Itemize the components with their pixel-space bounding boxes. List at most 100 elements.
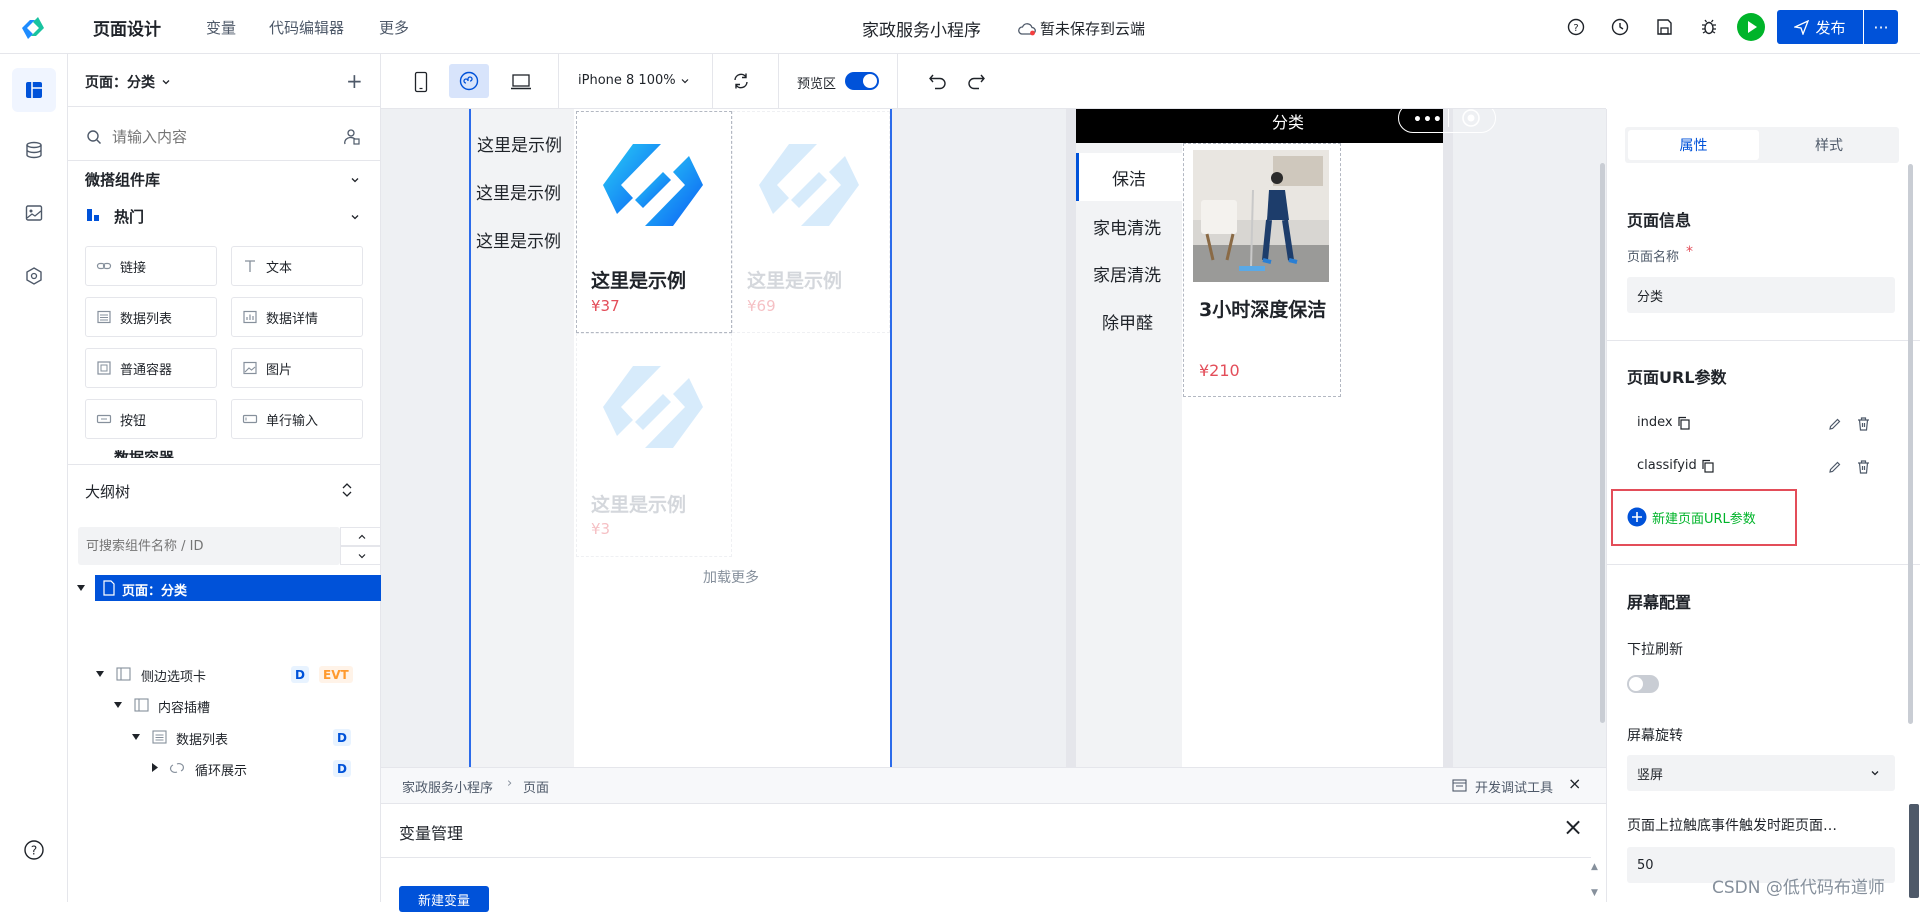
help-circle-icon: ? [23, 839, 45, 861]
tree-node-loop[interactable]: 循环展示 D [68, 755, 381, 781]
editor-side-tab[interactable]: 这里是示例 [476, 227, 561, 252]
editor-card[interactable]: 这里是示例 ¥37 [576, 111, 732, 333]
editor-card[interactable]: 这里是示例 ¥3 [576, 333, 732, 557]
widget-data-detail[interactable]: 数据详情 [231, 297, 363, 337]
publish-more-button[interactable]: ··· [1864, 10, 1898, 44]
pull-refresh-toggle[interactable] [1627, 675, 1659, 693]
new-variable-button[interactable]: 新建变量 [399, 886, 489, 912]
editor-sidebar [471, 109, 574, 767]
chevron-down-icon[interactable] [350, 212, 360, 222]
save-icon[interactable] [1654, 17, 1674, 37]
desktop-device-icon[interactable] [510, 73, 532, 91]
outline-search-input[interactable] [86, 532, 336, 560]
tab-properties[interactable]: 属性 [1628, 130, 1759, 160]
preview-tab[interactable]: 保洁 [1112, 165, 1146, 190]
tree-node-page[interactable]: 页面：分类 [68, 575, 381, 601]
tab-styles[interactable]: 样式 [1762, 130, 1896, 160]
load-more[interactable]: 加载更多 [703, 567, 759, 587]
nav-more[interactable]: 更多 [379, 17, 409, 38]
url-param-row: index [1637, 415, 1691, 430]
tree-node-data-list[interactable]: 数据列表 D [68, 724, 381, 750]
help-icon[interactable]: ? [1566, 17, 1586, 37]
widget-button[interactable]: 按钮 [85, 399, 217, 439]
breadcrumb-page[interactable]: 页面 [523, 777, 549, 796]
refresh-icon[interactable] [731, 71, 751, 91]
rail-data[interactable] [12, 128, 56, 172]
editor-side-tab[interactable]: 这里是示例 [477, 131, 562, 156]
close-variable-panel-icon[interactable]: × [1563, 813, 1583, 841]
tree-node-content-slot[interactable]: 内容插槽 [68, 692, 381, 718]
undo-icon[interactable] [928, 72, 948, 90]
required-mark: * [1686, 244, 1693, 260]
widget-container[interactable]: 普通容器 [85, 348, 217, 388]
nav-code-editor[interactable]: 代码编辑器 [269, 17, 344, 38]
widget-text[interactable]: 文本 [231, 246, 363, 286]
database-icon [24, 140, 44, 160]
rail-media[interactable] [12, 191, 56, 235]
copy-icon[interactable] [1677, 416, 1691, 430]
capsule-menu[interactable]: ••• [1398, 109, 1496, 133]
tree-node-sidebar-tabs[interactable]: 侧边选项卡 D EVT [68, 661, 381, 687]
component-manage-icon[interactable] [343, 128, 361, 146]
nav-variables[interactable]: 变量 [206, 17, 236, 38]
device-select-label: iPhone 8 100% [578, 73, 676, 88]
add-page-icon[interactable]: + [346, 69, 363, 93]
page-select[interactable]: 页面：分类 [85, 72, 171, 92]
devtools-icon [1452, 779, 1467, 792]
editor-page-frame[interactable]: 这里是示例 这里是示例 这里是示例 这里是示例 ¥37 这里是示例 ¥69 这里… [469, 109, 892, 767]
widget-single-input[interactable]: 单行输入 [231, 399, 363, 439]
devtools-label[interactable]: 开发调试工具 [1475, 777, 1553, 796]
outline-prev-button[interactable] [340, 527, 384, 546]
rotate-select[interactable]: 竖屏 [1627, 755, 1895, 791]
device-select[interactable]: iPhone 8 100% [578, 73, 690, 88]
badge-data: D [333, 729, 351, 746]
widget-link[interactable]: 链接 [85, 246, 217, 286]
preview-label: 预览区 [797, 77, 837, 92]
history-icon[interactable] [1610, 17, 1630, 37]
redo-icon[interactable] [966, 72, 986, 90]
close-miniprogram-icon[interactable] [1461, 109, 1481, 128]
rail-page-design[interactable] [12, 68, 56, 112]
widget-data-list[interactable]: 数据列表 [85, 297, 217, 337]
mobile-device-icon[interactable] [414, 71, 428, 93]
miniprogram-device-button[interactable] [449, 64, 489, 98]
publish-label: 发布 [1815, 18, 1846, 37]
preview-tab[interactable]: 除甲醛 [1102, 309, 1153, 334]
editor-card[interactable]: 这里是示例 ¥69 [732, 111, 890, 333]
expand-collapse-icon[interactable] [340, 482, 354, 498]
close-devtools-icon[interactable]: × [1568, 774, 1581, 793]
chevron-down-icon[interactable] [350, 175, 360, 185]
preview-tab[interactable]: 家电清洗 [1093, 214, 1161, 239]
preview-product-card[interactable]: 3小时深度保洁 ¥210 [1183, 143, 1341, 397]
publish-button[interactable]: 发布 [1777, 10, 1863, 44]
chevron-down-icon [357, 551, 367, 561]
new-url-param-button[interactable]: 新建页面URL参数 [1627, 507, 1756, 527]
editor-side-tab[interactable]: 这里是示例 [476, 179, 561, 204]
rail-help[interactable]: ? [12, 828, 56, 872]
edit-icon[interactable] [1827, 460, 1842, 475]
scroll-down-arrow-icon[interactable]: ▼ [1591, 888, 1598, 898]
panel-scrollbar-thumb[interactable] [1908, 164, 1913, 724]
run-button[interactable] [1737, 13, 1765, 41]
scroll-up-arrow-icon[interactable]: ▲ [1591, 862, 1598, 872]
component-search-input[interactable] [112, 124, 312, 150]
outline-next-button[interactable] [340, 546, 384, 565]
delete-icon[interactable] [1856, 416, 1871, 432]
breadcrumb-app[interactable]: 家政服务小程序 [402, 777, 493, 796]
save-status: 暂未保存到云端 [1018, 18, 1145, 39]
toggle-knob [1629, 677, 1643, 691]
rail-extensions[interactable] [12, 254, 56, 298]
nav-page-design[interactable]: 页面设计 [93, 15, 161, 40]
preview-tab[interactable]: 家居清洗 [1093, 261, 1161, 286]
page-name-input[interactable]: 分类 [1627, 277, 1895, 313]
side-widget-bar[interactable] [1909, 804, 1919, 898]
delete-icon[interactable] [1856, 459, 1871, 475]
more-dots-icon[interactable]: ••• [1413, 112, 1443, 128]
canvas-scrollbar-thumb[interactable] [1600, 163, 1605, 723]
preview-toggle[interactable] [845, 72, 879, 90]
widget-image[interactable]: 图片 [231, 348, 363, 388]
link-icon [96, 258, 112, 274]
edit-icon[interactable] [1827, 417, 1842, 432]
copy-icon[interactable] [1701, 459, 1715, 473]
debug-bug-icon[interactable] [1699, 17, 1719, 37]
